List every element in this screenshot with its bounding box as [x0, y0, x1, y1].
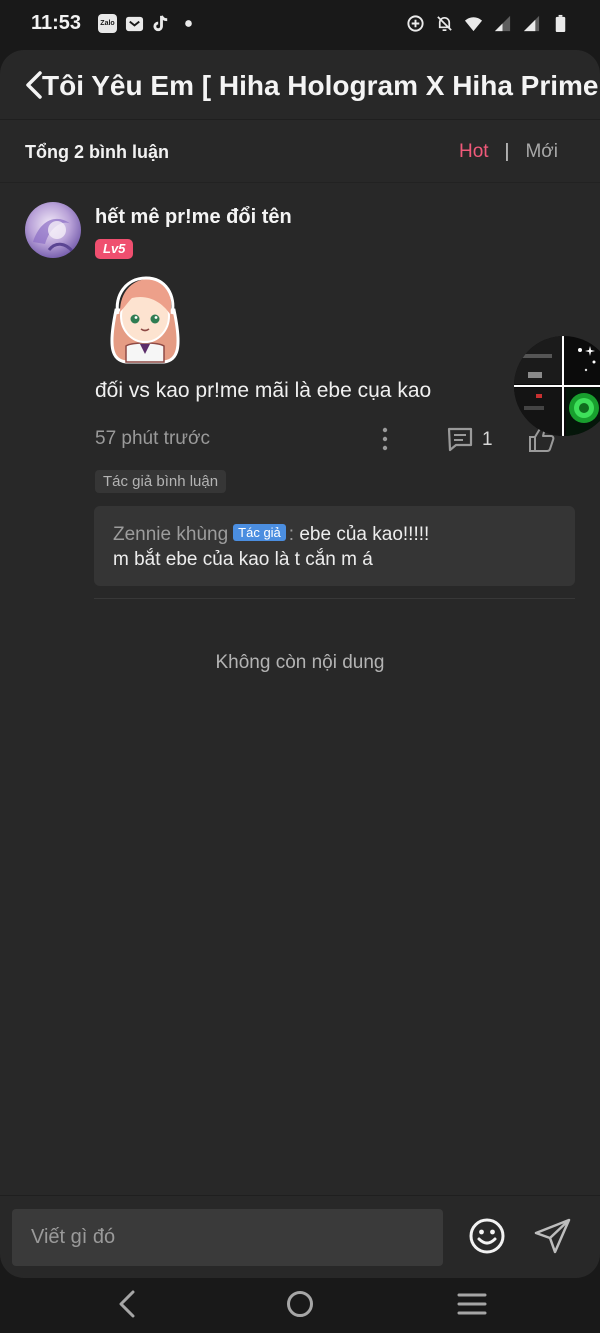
mail-icon [125, 16, 144, 32]
total-comments-label: Tổng 2 bình luận [25, 142, 169, 162]
emoji-icon[interactable] [468, 1217, 506, 1255]
comments-count-bar: Tổng 2 bình luận Hot | Mới [0, 120, 600, 183]
nav-home-icon[interactable] [286, 1290, 314, 1318]
reply-count: 1 [482, 429, 493, 450]
reply-comment-icon[interactable] [446, 426, 474, 452]
mute-icon [437, 16, 452, 32]
comment-input[interactable] [12, 1209, 443, 1266]
reply-first-line: Zennie khùng Tác giả: ebe của kao!!!!! [113, 524, 429, 546]
signal-icon [494, 15, 511, 32]
anime-girl-sticker-icon [110, 276, 180, 364]
sort-new-tab[interactable]: Mới [525, 141, 558, 163]
nav-back-icon[interactable] [114, 1288, 142, 1320]
notification-icons: Zalo [98, 14, 198, 33]
sort-separator: | [504, 141, 510, 162]
send-icon[interactable] [533, 1216, 573, 1256]
nav-recents-icon[interactable] [457, 1292, 487, 1316]
comment-input-bar [0, 1195, 600, 1278]
wifi-icon [464, 17, 483, 32]
reply-message-line2: m bắt ebe của kao là t cắn m á [113, 549, 373, 570]
system-nav-bar [0, 1278, 600, 1333]
reply-preview[interactable]: Zennie khùng Tác giả: ebe của kao!!!!! m … [94, 506, 575, 586]
back-arrow-icon[interactable] [24, 70, 44, 100]
sort-tabs: Hot | Mới [459, 141, 558, 163]
author-badge: Tác giả [233, 524, 286, 541]
header: Tôi Yêu Em [ Hiha Hologram X Hiha Prime … [0, 50, 600, 120]
status-bar: 11:53 Zalo [0, 0, 600, 50]
battery-icon [555, 14, 566, 33]
comment-text: đối vs kao pr!me mãi là ebe cụa kao [95, 379, 432, 402]
sort-hot-tab[interactable]: Hot [459, 141, 489, 163]
dot-icon [185, 20, 192, 27]
reply-author-name[interactable]: Zennie khùng [113, 524, 228, 545]
more-options-icon[interactable] [378, 425, 392, 453]
divider [94, 598, 575, 599]
system-icons [406, 14, 570, 33]
zalo-icon: Zalo [98, 14, 117, 33]
floating-media-bubble[interactable] [514, 336, 600, 436]
comment-time: 57 phút trước [95, 428, 210, 449]
level-badge: Lv5 [95, 239, 134, 259]
data-saver-icon [407, 15, 424, 32]
comment-username[interactable]: hết mê pr!me đổi tên [95, 206, 292, 229]
page-title: Tôi Yêu Em [ Hiha Hologram X Hiha Prime … [42, 70, 600, 101]
reply-message: ebe của kao!!!!! [299, 524, 430, 545]
signal-icon-2 [523, 15, 540, 32]
no-more-content: Không còn nội dung [215, 652, 385, 673]
reply-colon: : [288, 524, 295, 545]
author-comment-tag: Tác giả bình luận [95, 470, 227, 493]
comments-sheet: Tôi Yêu Em [ Hiha Hologram X Hiha Prime … [0, 50, 600, 1278]
avatar[interactable] [25, 202, 81, 258]
tiktok-icon [153, 15, 168, 32]
status-time: 11:53 [31, 12, 82, 34]
